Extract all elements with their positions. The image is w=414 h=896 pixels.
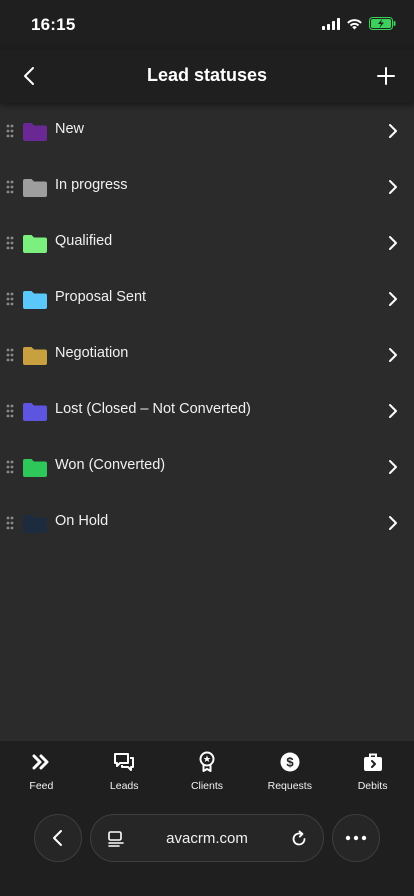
drag-handle-icon[interactable] <box>6 404 14 418</box>
status-label: Qualified <box>55 233 113 249</box>
tab-feed[interactable]: Feed <box>0 741 83 799</box>
chevron-left-icon <box>53 830 62 846</box>
tab-leads[interactable]: Leads <box>83 741 166 799</box>
chevron-right-icon <box>389 404 397 418</box>
status-icons <box>322 17 396 30</box>
tab-label: Debits <box>357 780 388 792</box>
status-row[interactable]: New <box>0 103 414 159</box>
folder-icon <box>23 179 47 197</box>
status-row[interactable]: On Hold <box>0 495 414 551</box>
award-badge-icon <box>199 751 215 772</box>
status-time: 16:15 <box>31 15 76 34</box>
svg-text:$: $ <box>286 755 294 770</box>
briefcase-icon <box>363 753 382 771</box>
browser-back-button[interactable] <box>34 814 82 862</box>
double-chevron-icon <box>32 754 49 770</box>
folder-icon <box>23 291 47 309</box>
tab-label: Requests <box>267 780 312 792</box>
folder-icon <box>23 459 47 477</box>
status-label: New <box>55 121 85 137</box>
page-title: Lead statuses <box>146 65 268 85</box>
drag-handle-icon[interactable] <box>6 124 14 138</box>
reload-icon[interactable] <box>289 829 309 849</box>
status-label: In progress <box>55 177 128 193</box>
drag-handle-icon[interactable] <box>6 236 14 250</box>
status-label: Lost (Closed – Not Converted) <box>55 401 251 417</box>
chevron-right-icon <box>389 292 397 306</box>
chevron-right-icon <box>389 460 397 474</box>
status-row[interactable]: Proposal Sent <box>0 271 414 327</box>
folder-icon <box>23 347 47 365</box>
tab-debits[interactable]: Debits <box>331 741 414 799</box>
dollar-circle-icon: $ <box>280 752 300 772</box>
status-label: On Hold <box>55 513 109 529</box>
drag-handle-icon[interactable] <box>6 180 14 194</box>
signal-icon <box>322 17 340 30</box>
more-options-button[interactable] <box>332 814 380 862</box>
app-header: Lead statuses <box>0 50 414 103</box>
tab-clients[interactable]: Clients <box>166 741 249 799</box>
chevron-right-icon <box>389 348 397 362</box>
status-row[interactable]: Qualified <box>0 215 414 271</box>
wifi-icon <box>347 18 362 29</box>
drag-handle-icon[interactable] <box>6 460 14 474</box>
battery-charging-icon <box>369 17 396 30</box>
bottom-tab-bar: Feed Leads Clients $ Requests Debits <box>0 741 414 799</box>
folder-icon <box>23 515 47 533</box>
browser-toolbar: avacrm.com <box>0 799 414 896</box>
status-row[interactable]: Lost (Closed – Not Converted) <box>0 383 414 439</box>
status-label: Won (Converted) <box>55 457 166 473</box>
drag-handle-icon[interactable] <box>6 292 14 306</box>
chevron-right-icon <box>389 516 397 530</box>
drag-handle-icon[interactable] <box>6 348 14 362</box>
tab-requests[interactable]: $ Requests <box>248 741 331 799</box>
chat-bubbles-icon <box>114 753 135 771</box>
folder-icon <box>23 403 47 421</box>
status-label: Proposal Sent <box>55 289 147 305</box>
chevron-right-icon <box>389 124 397 138</box>
status-row[interactable]: In progress <box>0 159 414 215</box>
chevron-right-icon <box>389 236 397 250</box>
drag-handle-icon[interactable] <box>6 516 14 530</box>
status-label: Negotiation <box>55 345 129 361</box>
tab-label: Leads <box>109 780 139 792</box>
ellipsis-icon <box>345 835 367 841</box>
tab-label: Clients <box>190 780 224 792</box>
status-row[interactable]: Negotiation <box>0 327 414 383</box>
address-bar[interactable]: avacrm.com <box>90 814 324 862</box>
folder-icon <box>23 123 47 141</box>
chevron-right-icon <box>389 180 397 194</box>
lead-status-list: New In progress Qualified Proposal Sent Nego… <box>0 103 414 741</box>
add-icon[interactable] <box>374 64 398 88</box>
folder-icon <box>23 235 47 253</box>
status-bar: 16:15 <box>0 0 414 50</box>
tab-label: Feed <box>29 780 54 792</box>
status-row[interactable]: Won (Converted) <box>0 439 414 495</box>
